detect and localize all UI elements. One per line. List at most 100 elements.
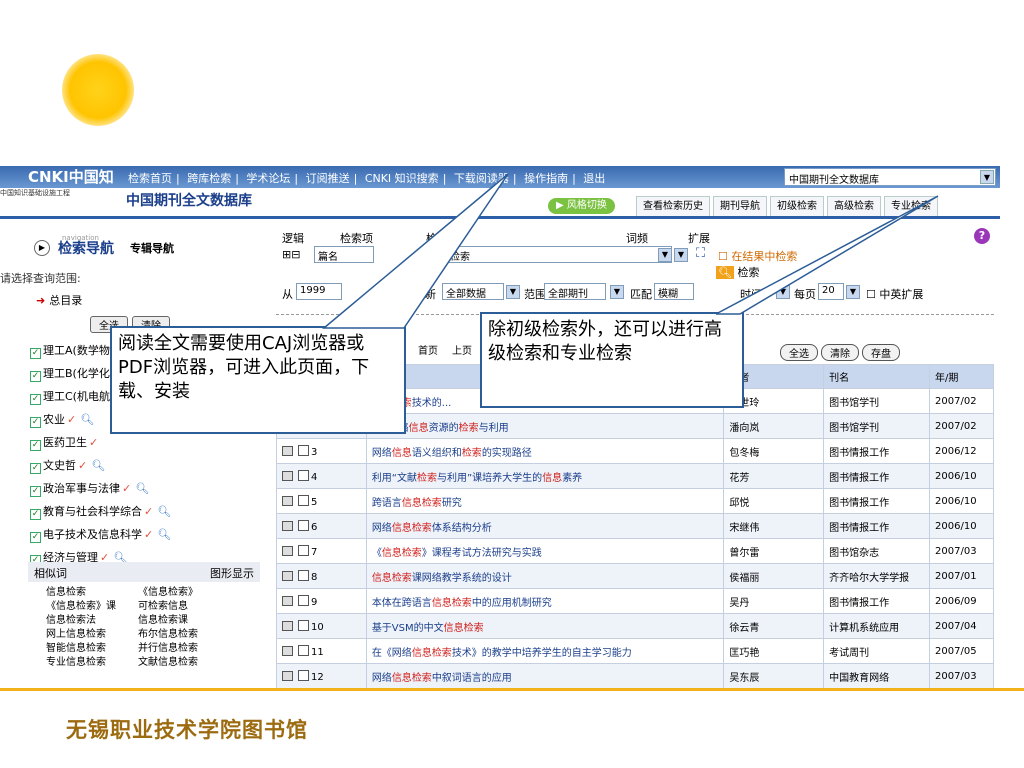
chevron-down-icon[interactable]: ▼ <box>674 248 688 262</box>
nav-link[interactable]: 订阅推送 <box>306 172 350 185</box>
document-icon[interactable] <box>282 495 293 506</box>
row-checkbox[interactable] <box>298 469 309 481</box>
tab-journal-nav[interactable]: 期刊导航 <box>713 196 767 216</box>
row-checkbox[interactable] <box>298 569 309 581</box>
chevron-down-icon[interactable]: ▼ <box>506 285 520 299</box>
row-author[interactable]: 吴丹 <box>723 588 825 614</box>
expand-icon[interactable]: ⛶ <box>696 246 705 261</box>
row-title[interactable]: 利用“文献检索与利用”课培养大学生的信息素养 <box>365 463 725 489</box>
from-year-select[interactable]: 1999 <box>296 283 342 300</box>
nav-link[interactable]: 跨库检索 <box>187 172 231 185</box>
related-word[interactable]: 信息检索课 <box>138 614 230 628</box>
tab-advanced-search[interactable]: 高级检索 <box>827 196 881 216</box>
row-journal[interactable]: 图书情报工作 <box>823 488 931 514</box>
related-word[interactable]: 信息检索法 <box>46 614 138 628</box>
table-row[interactable]: 7 《信息检索》课程考试方法研究与实践 曾尔雷 图书馆杂志 2007/03 <box>276 538 994 564</box>
document-icon[interactable] <box>282 520 293 531</box>
row-author[interactable]: 吴东辰 <box>723 663 825 688</box>
in-results-checkbox[interactable]: ☐ 在结果中检索 <box>718 248 797 264</box>
related-word[interactable]: 《信息检索》课 <box>46 600 138 614</box>
checkbox-icon[interactable]: ✓ <box>30 417 41 428</box>
chevron-down-icon[interactable]: ▼ <box>398 285 412 299</box>
category-item[interactable]: ✓ 理工A(数学物 <box>30 342 110 359</box>
cnki-logo[interactable]: CNKI中国知网 <box>28 166 126 207</box>
row-author[interactable]: 包冬梅 <box>723 438 825 464</box>
related-word[interactable]: 并行信息检索 <box>138 642 230 656</box>
first-page-link[interactable]: 首页 <box>418 346 438 357</box>
field-select[interactable]: 篇名 <box>314 246 374 263</box>
magnifier-icon[interactable]: 🔍︎ <box>157 528 171 541</box>
nav-link-download-reader[interactable]: 下载阅读器 <box>454 172 509 185</box>
row-title[interactable]: 基于VSM的中文信息检索 <box>365 613 725 639</box>
col-issue[interactable]: 年/期 <box>929 364 994 389</box>
table-row[interactable]: 8 信息检索课网络教学系统的设计 侯福丽 齐齐哈尔大学学报 2007/01 <box>276 563 994 589</box>
tab-history[interactable]: 查看检索历史 <box>636 196 710 216</box>
row-title[interactable]: 《信息检索》课程考试方法研究与实践 <box>365 538 725 564</box>
row-title[interactable]: 信息检索课网络教学系统的设计 <box>365 563 725 589</box>
row-checkbox[interactable] <box>298 519 309 531</box>
row-title[interactable]: 网络信息检索中叙词语言的应用 <box>365 663 725 688</box>
row-title[interactable]: 网络信息检索体系结构分析 <box>365 513 725 539</box>
range-select[interactable]: 全部期刊 <box>544 283 606 300</box>
related-word[interactable]: 智能信息检索 <box>46 642 138 656</box>
magnifier-icon[interactable]: 🔍︎ <box>91 459 105 472</box>
chevron-down-icon[interactable]: ▼ <box>776 285 790 299</box>
cn-en-checkbox[interactable]: ☐ 中英扩展 <box>866 286 923 302</box>
checkbox-icon[interactable]: ✓ <box>30 371 41 382</box>
prev-page-link[interactable]: 上页 <box>452 346 472 357</box>
tab-basic-search[interactable]: 初级检索 <box>770 196 824 216</box>
category-item[interactable]: ✓ 电子技术及信息科学 ✓ 🔍︎ <box>30 526 171 543</box>
table-row[interactable]: 11 在《网络信息检索技术》的教学中培养学生的自主学习能力 匡巧艳 考试周刊 2007/… <box>276 638 994 664</box>
row-journal[interactable]: 图书情报工作 <box>823 463 931 489</box>
document-icon[interactable] <box>282 620 293 631</box>
row-title[interactable]: 网络信息语义组织和检索的实现路径 <box>365 438 725 464</box>
row-title[interactable]: CIA网络信息资源的检索与利用 <box>365 413 725 439</box>
row-journal[interactable]: 齐齐哈尔大学学报 <box>823 563 931 589</box>
document-icon[interactable] <box>282 470 293 481</box>
document-icon[interactable] <box>282 595 293 606</box>
chevron-down-icon[interactable]: ▼ <box>658 248 672 262</box>
row-checkbox[interactable] <box>298 669 309 681</box>
checkbox-icon[interactable]: ✓ <box>30 440 41 451</box>
related-word[interactable]: 网上信息检索 <box>46 628 138 642</box>
row-checkbox[interactable] <box>298 644 309 656</box>
related-word[interactable]: 布尔信息检索 <box>138 628 230 642</box>
row-author[interactable]: 徐云青 <box>723 613 825 639</box>
album-nav-link[interactable]: 专辑导航 <box>130 240 174 256</box>
table-row[interactable]: 10 基于VSM的中文信息检索 徐云青 计算机系统应用 2007/04 <box>276 613 994 639</box>
match-select[interactable]: 模糊 <box>654 283 694 300</box>
row-journal[interactable]: 计算机系统应用 <box>823 613 931 639</box>
row-journal[interactable]: 图书馆学刊 <box>823 388 931 414</box>
row-author[interactable]: 曾尔雷 <box>723 538 825 564</box>
row-title[interactable]: 跨语言信息检索研究 <box>365 488 725 514</box>
row-checkbox[interactable] <box>298 444 309 456</box>
row-journal[interactable]: 图书馆学刊 <box>823 413 931 439</box>
document-icon[interactable] <box>282 645 293 656</box>
checkbox-icon[interactable]: ✓ <box>30 394 41 405</box>
category-item[interactable]: ✓ 农业 ✓ 🔍︎ <box>30 411 94 428</box>
clear-results-button[interactable]: 清除 <box>821 344 859 361</box>
document-icon[interactable] <box>282 670 293 681</box>
category-item[interactable]: ✓ 理工C(机电航 <box>30 388 110 405</box>
nav-link[interactable]: CNKI 知识搜索 <box>365 172 439 185</box>
update-select[interactable]: 全部数据 <box>442 283 504 300</box>
add-remove-row-icon[interactable]: ⊞⊟ <box>282 248 300 261</box>
table-row[interactable]: 4 利用“文献检索与利用”课培养大学生的信息素养 花芳 图书情报工作 2006/10 <box>276 463 994 489</box>
row-checkbox[interactable] <box>298 594 309 606</box>
help-icon[interactable]: ? <box>974 228 990 244</box>
row-journal[interactable]: 图书情报工作 <box>823 438 931 464</box>
chevron-down-icon[interactable]: ▼ <box>846 285 860 299</box>
nav-link[interactable]: 操作指南 <box>524 172 568 185</box>
row-title[interactable]: 本体在跨语言信息检索中的应用机制研究 <box>365 588 725 614</box>
database-select[interactable]: 中国期刊全文数据库 ▼ <box>784 168 996 186</box>
save-results-button[interactable]: 存盘 <box>862 344 900 361</box>
table-row[interactable]: 5 跨语言信息检索研究 邱悦 图书情报工作 2006/10 <box>276 488 994 514</box>
row-title[interactable]: 在《网络信息检索技术》的教学中培养学生的自主学习能力 <box>365 638 725 664</box>
category-item[interactable]: ✓ 文史哲 ✓ 🔍︎ <box>30 457 105 474</box>
related-word[interactable]: 可检索信息 <box>138 600 230 614</box>
related-word[interactable]: 《信息检索》 <box>138 586 230 600</box>
nav-link[interactable]: 学术论坛 <box>246 172 290 185</box>
row-journal[interactable]: 图书馆杂志 <box>823 538 931 564</box>
row-author[interactable]: 潘向岚 <box>723 413 825 439</box>
row-author[interactable]: 邱悦 <box>723 488 825 514</box>
